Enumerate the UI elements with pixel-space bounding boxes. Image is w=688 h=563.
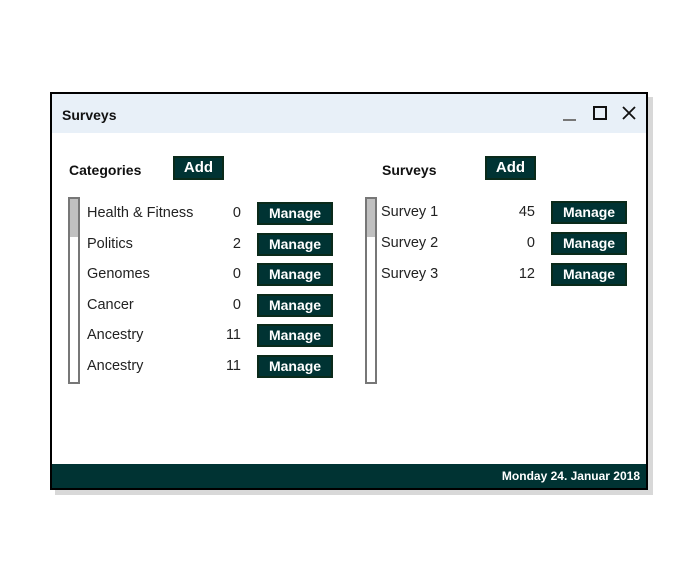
surveys-scrollbar[interactable] (365, 197, 377, 384)
scrollbar-thumb[interactable] (367, 199, 375, 237)
item-name: Survey 3 (381, 266, 439, 282)
item-name: Ancestry (87, 358, 144, 374)
manage-button[interactable]: Manage (551, 201, 627, 224)
date-label: Monday 24. Januar 2018 (501, 469, 640, 483)
item-count: 11 (225, 327, 241, 344)
categories-scrollbar[interactable] (68, 197, 80, 384)
window-title: Surveys (62, 107, 117, 123)
scrollbar-thumb[interactable] (70, 199, 78, 237)
item-count: 0 (526, 235, 535, 251)
surveys-heading: Surveys (382, 162, 437, 178)
title-bar: Surveys (52, 94, 646, 133)
item-count: 0 (232, 205, 241, 221)
item-count: 0 (232, 266, 241, 283)
manage-button[interactable]: Manage (551, 263, 627, 286)
item-count: 11 (225, 358, 241, 374)
item-name: Politics (87, 235, 133, 252)
item-name: Ancestry (87, 327, 144, 344)
item-name: Cancer (87, 296, 134, 313)
item-count: 2 (232, 235, 241, 252)
item-count: 12 (518, 266, 535, 282)
status-bar: Monday 24. Januar 2018 (52, 464, 646, 488)
item-name: Survey 1 (381, 204, 439, 220)
item-name: Health & Fitness (87, 205, 194, 221)
manage-button[interactable]: Manage (257, 202, 333, 225)
manage-button[interactable]: Manage (257, 232, 333, 256)
categories-heading: Categories (69, 162, 142, 178)
minimize-icon[interactable] (560, 103, 580, 123)
manage-button[interactable]: Manage (257, 293, 333, 317)
surveys-window: Surveys Categories Add Health & Fitness … (50, 92, 648, 490)
item-count: 45 (518, 204, 535, 220)
add-survey-button[interactable]: Add (485, 156, 536, 180)
manage-button[interactable]: Manage (257, 355, 333, 378)
manage-button[interactable]: Manage (551, 232, 627, 255)
maximize-icon[interactable] (590, 103, 610, 123)
item-name: Genomes (87, 266, 150, 283)
item-count: 0 (232, 296, 241, 313)
item-name: Survey 2 (381, 235, 439, 251)
add-category-button[interactable]: Add (173, 156, 224, 180)
manage-button[interactable]: Manage (257, 324, 333, 348)
close-icon[interactable] (619, 103, 639, 123)
manage-button[interactable]: Manage (257, 263, 333, 287)
